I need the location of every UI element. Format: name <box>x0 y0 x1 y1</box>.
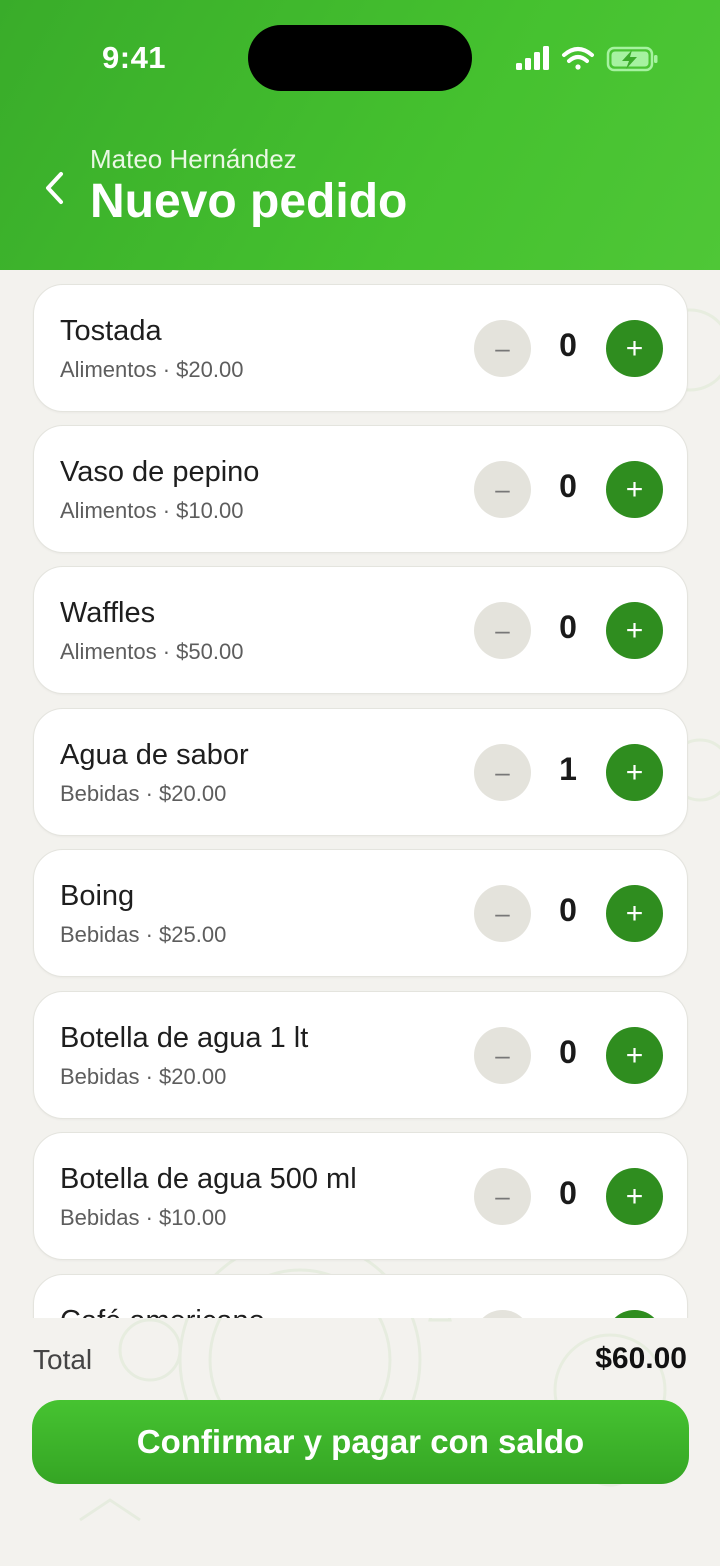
product-card-boing: Boing Bebidas · $25.00 – 0 + <box>33 849 688 977</box>
product-card-botella-agua-1lt: Botella de agua 1 lt Bebidas · $20.00 – … <box>33 991 688 1119</box>
quantity-value: 0 <box>559 892 577 928</box>
increase-button[interactable]: + <box>606 461 663 518</box>
total-value: $60.00 <box>595 1342 687 1375</box>
product-meta: Bebidas · $20.00 <box>60 781 227 806</box>
decrease-button[interactable]: – <box>474 1168 531 1225</box>
status-bar: 9:41 <box>0 0 720 110</box>
quantity-value: 0 <box>559 1034 577 1070</box>
product-meta: Alimentos · $10.00 <box>60 498 244 523</box>
battery-charging-icon <box>606 46 658 72</box>
increase-button[interactable]: + <box>606 602 663 659</box>
status-icons <box>516 46 658 72</box>
quantity-value: 0 <box>559 327 577 363</box>
plus-icon: + <box>625 613 644 647</box>
total-label: Total <box>33 1344 93 1375</box>
product-meta: Bebidas · $25.00 <box>60 922 227 947</box>
status-time: 9:41 <box>102 40 167 75</box>
product-list[interactable]: Tostada Alimentos · $20.00 – 0 + Vaso de… <box>0 270 720 1318</box>
product-meta: Bebidas · $10.00 <box>60 1205 227 1230</box>
product-card-vaso-de-pepino: Vaso de pepino Alimentos · $10.00 – 0 + <box>33 425 688 553</box>
product-meta: Alimentos · $20.00 <box>60 357 244 382</box>
plus-icon: + <box>625 1179 644 1213</box>
back-button[interactable] <box>34 166 74 210</box>
increase-button[interactable]: + <box>606 1168 663 1225</box>
signal-icon <box>516 46 549 70</box>
product-name: Agua de sabor <box>60 739 249 771</box>
decrease-button[interactable]: – <box>474 320 531 377</box>
confirm-pay-label: Confirmar y pagar con saldo <box>136 1423 585 1460</box>
product-card-botella-agua-500ml: Botella de agua 500 ml Bebidas · $10.00 … <box>33 1132 688 1260</box>
product-name: Botella de agua 1 lt <box>60 1022 309 1054</box>
product-card-waffles: Waffles Alimentos · $50.00 – 0 + <box>33 566 688 694</box>
minus-icon: – <box>495 474 510 504</box>
decrease-button[interactable]: – <box>474 885 531 942</box>
increase-button[interactable]: + <box>606 744 663 801</box>
page-title: Nuevo pedido <box>90 175 408 228</box>
minus-icon: – <box>495 757 510 787</box>
quantity-value: 0 <box>559 609 577 645</box>
product-name: Boing <box>60 880 135 912</box>
confirm-pay-button[interactable]: Confirmar y pagar con saldo <box>32 1400 689 1484</box>
product-name: Café americano <box>60 1305 265 1318</box>
product-card-tostada: Tostada Alimentos · $20.00 – 0 + <box>33 284 688 412</box>
minus-icon: – <box>495 615 510 645</box>
product-name: Waffles <box>60 597 156 629</box>
decrease-button[interactable] <box>474 1310 531 1318</box>
customer-name: Mateo Hernández <box>90 144 297 174</box>
back-chevron-icon <box>46 172 63 204</box>
minus-icon: – <box>495 1181 510 1211</box>
quantity-value: 0 <box>559 468 577 504</box>
decrease-button[interactable]: – <box>474 602 531 659</box>
minus-icon: – <box>495 333 510 363</box>
product-card-agua-de-sabor: Agua de sabor Bebidas · $20.00 – 1 + <box>33 708 688 836</box>
plus-icon: + <box>625 331 644 365</box>
product-meta: Bebidas · $20.00 <box>60 1064 227 1089</box>
minus-icon: – <box>495 1040 510 1070</box>
plus-icon: + <box>625 896 644 930</box>
product-card-cafe-americano: Café americano <box>33 1274 688 1318</box>
header: 9:41 Mateo Hernández Nuevo pedido <box>0 0 720 270</box>
increase-button[interactable] <box>606 1310 663 1318</box>
increase-button[interactable]: + <box>606 885 663 942</box>
wifi-icon <box>562 47 594 70</box>
quantity-value: 1 <box>559 751 577 787</box>
plus-icon: + <box>625 472 644 506</box>
decrease-button[interactable]: – <box>474 1027 531 1084</box>
plus-icon: + <box>625 755 644 789</box>
minus-icon: – <box>495 898 510 928</box>
product-name: Tostada <box>60 315 162 347</box>
dynamic-island <box>248 25 472 91</box>
increase-button[interactable]: + <box>606 1027 663 1084</box>
plus-icon: + <box>625 1038 644 1072</box>
quantity-value: 0 <box>559 1175 577 1211</box>
product-meta: Alimentos · $50.00 <box>60 639 244 664</box>
increase-button[interactable]: + <box>606 320 663 377</box>
decrease-button[interactable]: – <box>474 744 531 801</box>
decrease-button[interactable]: – <box>474 461 531 518</box>
product-name: Botella de agua 500 ml <box>60 1163 357 1195</box>
product-name: Vaso de pepino <box>60 456 260 488</box>
